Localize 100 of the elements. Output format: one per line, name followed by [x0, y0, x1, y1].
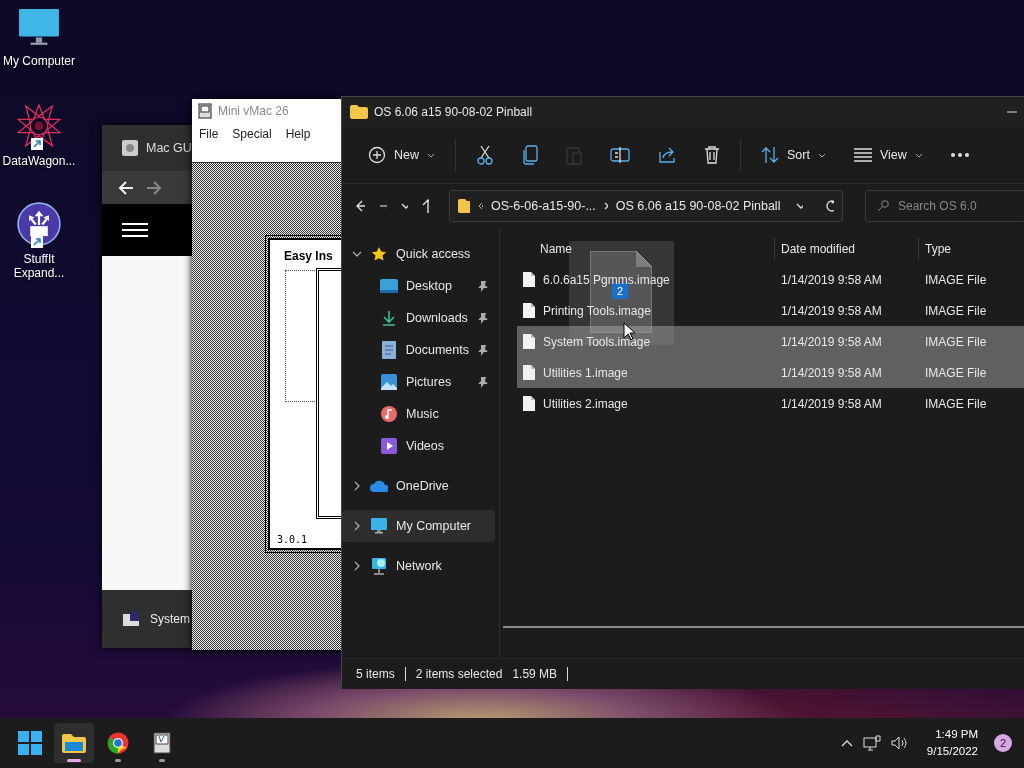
type-cell-text: IMAGE File: [924, 334, 988, 349]
dropdown-chevron-icon[interactable]: [796, 203, 803, 209]
nav-item[interactable]: Desktop: [342, 270, 495, 302]
caret-icon: [817, 152, 826, 158]
classic-mac-icon: [153, 732, 171, 754]
file-icon: [523, 365, 535, 380]
search-icon: [877, 200, 889, 212]
back-icon[interactable]: [118, 180, 134, 195]
clock-time[interactable]: 1:49 PM: [935, 726, 978, 743]
type-cell-text: IMAGE File: [924, 365, 988, 380]
monitor-icon[interactable]: [18, 8, 60, 48]
network-icon: [370, 557, 388, 575]
clock-date[interactable]: 9/15/2022: [926, 743, 978, 760]
column-header[interactable]: Date modified: [774, 238, 918, 260]
download-icon: [380, 310, 398, 326]
date-cell-text: 1/14/2019 9:58 AM: [780, 303, 883, 318]
nav-item[interactable]: My Computer: [342, 510, 495, 542]
selected-file-row[interactable]: Utilities 1.image 1/14/2019 9:58 AM IMAGE File: [517, 357, 1024, 388]
expand-chevron-icon[interactable]: [352, 249, 362, 259]
chevron-up-icon[interactable]: [840, 739, 853, 747]
file-icon: [523, 334, 535, 349]
volume-icon[interactable]: [890, 736, 909, 750]
nav-item[interactable]: Network: [342, 550, 495, 582]
footer-label: System: [150, 612, 190, 626]
sort-arrows-icon: [761, 146, 779, 164]
nav-item[interactable]: Music: [342, 398, 495, 430]
nav-item[interactable]: Quick access: [342, 238, 495, 270]
back-icon[interactable]: [356, 200, 365, 212]
expand-chevron-icon[interactable]: [352, 481, 362, 491]
desktop-icon: [380, 279, 398, 293]
breadcrumb[interactable]: OS-6-06-a15-90-...: [490, 199, 596, 213]
file-name: Utilities 1.image: [543, 365, 628, 380]
overflow-chevrons-icon[interactable]: [477, 202, 483, 210]
notification-badge[interactable]: 2: [994, 734, 1012, 752]
rename-icon: [610, 147, 630, 163]
menu-item[interactable]: File: [199, 127, 219, 141]
sort-button[interactable]: Sort: [749, 137, 838, 173]
file-icon: [523, 272, 535, 287]
scrollbar[interactable]: [503, 626, 1024, 628]
separator-chevron-icon[interactable]: [603, 202, 608, 210]
browser-icon: [107, 732, 129, 754]
desktop-icon-label[interactable]: StuffIt Expand...: [9, 252, 69, 280]
expand-chevron-icon[interactable]: [352, 521, 362, 531]
file-name: System Tools.image: [543, 334, 651, 349]
pin-icon[interactable]: [477, 376, 489, 388]
file-icon: [523, 303, 535, 318]
item-count: 5 items: [356, 667, 395, 681]
pin-icon[interactable]: [477, 280, 489, 292]
taskbar-app-button[interactable]: [54, 723, 94, 763]
music-icon: [380, 406, 398, 422]
address-bar[interactable]: OS-6-06-a15-90-... OS 6.06 a15 90-08-02 Pinball: [449, 190, 843, 222]
file-name: Printing Tools.image: [543, 303, 651, 318]
plus-circle-icon: [368, 146, 386, 164]
menu-item[interactable]: Help: [285, 127, 311, 141]
desktop-icon-label[interactable]: DataWagon...: [0, 154, 78, 168]
expand-chevron-icon[interactable]: [352, 561, 362, 571]
menu-item[interactable]: Special: [232, 127, 272, 141]
caret-icon: [427, 152, 435, 158]
dots-icon: [950, 153, 969, 157]
nav-item[interactable]: Downloads: [342, 302, 495, 334]
column-header[interactable]: Type: [918, 238, 1024, 260]
desktop-icon-label[interactable]: My Computer: [0, 54, 78, 68]
nav-item[interactable]: Pictures: [342, 366, 495, 398]
scissors-icon: [476, 145, 494, 165]
monitor-icon: [370, 518, 388, 534]
file-icon: [523, 396, 535, 411]
new-button[interactable]: New: [356, 137, 447, 173]
box-arrows-icon[interactable]: [17, 202, 61, 246]
pin-icon[interactable]: [477, 344, 489, 356]
date-cell-text: 1/14/2019 9:58 AM: [780, 365, 883, 380]
nav-item[interactable]: OneDrive: [342, 470, 495, 502]
version-label: 3.0.1: [277, 534, 308, 545]
type-cell-text: IMAGE File: [924, 396, 988, 411]
dropdown-chevron-icon[interactable]: [401, 203, 408, 209]
star-icon: [370, 246, 388, 262]
forward-icon[interactable]: [146, 180, 162, 195]
selected-file-row[interactable]: System Tools.image 1/14/2019 9:58 AM IMAGE File: [517, 326, 1024, 357]
type-cell-text: IMAGE File: [924, 272, 988, 287]
share-icon: [658, 146, 676, 164]
window-title: Mini vMac 26: [218, 104, 289, 118]
refresh-icon[interactable]: [824, 199, 834, 213]
file-name: Utilities 2.image: [543, 396, 628, 411]
star-pattern-icon[interactable]: [17, 104, 61, 148]
nav-item[interactable]: Documents: [342, 334, 495, 366]
date-cell-text: 1/14/2019 9:58 AM: [780, 334, 883, 349]
folder-icon: [458, 199, 470, 213]
network-icon[interactable]: [862, 735, 881, 751]
tab-title[interactable]: Mac GU: [146, 141, 192, 155]
breadcrumb[interactable]: OS 6.06 a15 90-08-02 Pinball: [615, 199, 781, 213]
pin-icon[interactable]: [477, 312, 489, 324]
column-header[interactable]: Name: [517, 238, 774, 260]
nav-item[interactable]: Videos: [342, 430, 495, 462]
search-field[interactable]: Search OS 6.0: [865, 190, 1024, 222]
view-button[interactable]: View: [841, 137, 935, 173]
window-title: OS 6.06 a15 90-08-02 Pinball: [374, 105, 533, 119]
start-button[interactable]: [18, 731, 42, 755]
trash-icon: [704, 146, 720, 164]
up-arrow-icon[interactable]: [421, 199, 429, 213]
menu-icon[interactable]: [122, 222, 148, 238]
dialog-title: Easy Ins: [284, 249, 333, 263]
